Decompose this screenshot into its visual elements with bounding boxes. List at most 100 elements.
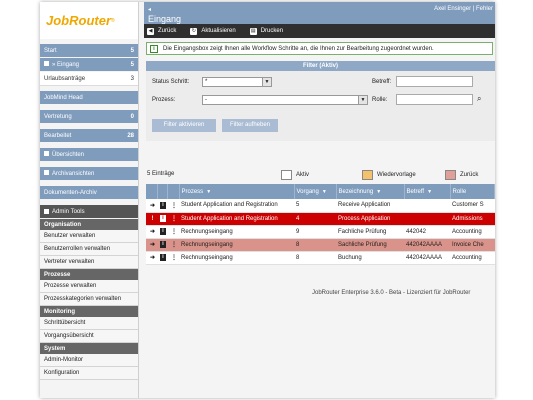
cell-bezeichnung: Fachliche Prüfung xyxy=(336,225,404,239)
sidebar-item-uebersichten[interactable]: Übersichten xyxy=(40,148,138,162)
section-title: Prozesse xyxy=(40,269,138,280)
sidebar-item-jobmind[interactable]: JobMind Head xyxy=(40,91,138,105)
column-header-bezeichnung[interactable]: Bezeichnung ▼ xyxy=(336,184,405,199)
refresh-button[interactable]: ↻ Aktualisieren xyxy=(190,27,236,35)
sidebar-item-vertretung[interactable]: Vertretung 0 xyxy=(40,110,138,124)
sidebar: JobRouter ® Start 5 » Eingang 5 Urlaubsan… xyxy=(40,2,139,398)
info-icon[interactable]: i xyxy=(157,199,167,213)
chevron-down-icon: ▼ xyxy=(358,96,367,104)
expand-icon[interactable] xyxy=(44,151,49,156)
prozess-value: - xyxy=(205,97,207,103)
filter-clear-button[interactable]: Filter aufheben xyxy=(222,119,278,132)
back-icon: ◀ xyxy=(147,27,154,35)
menu-item-benutzer-verwalten[interactable]: Benutzer verwalten xyxy=(40,230,138,243)
entry-count: 5 Einträge xyxy=(147,171,175,177)
legend-swatch xyxy=(362,170,373,180)
legend-label: Zurück xyxy=(460,172,479,178)
cell-vorgang: 5 xyxy=(294,199,336,213)
sidebar-item-label: Vertretung xyxy=(44,113,72,120)
cell-betreff: 442042AAAA xyxy=(404,238,450,252)
chevron-down-icon: ▼ xyxy=(262,78,271,86)
collapse-icon[interactable] xyxy=(44,61,49,66)
table-row[interactable]: ! i ⋮ Student Application and Registrati… xyxy=(146,212,495,226)
filter-activate-button[interactable]: Filter aktivieren xyxy=(152,119,216,132)
print-button[interactable]: ▤ Drucken xyxy=(249,27,283,35)
menu-item-prozesse-verwalten[interactable]: Prozesse verwalten xyxy=(40,280,138,293)
arrow-right-icon: ➜ xyxy=(146,238,157,252)
cell-bezeichnung: Receive Application xyxy=(336,199,404,213)
app-window: JobRouter ® Start 5 » Eingang 5 Urlaubsan… xyxy=(40,2,495,398)
tree-icon[interactable]: ⋮ xyxy=(167,251,179,265)
menu-item-prozesskategorien-verwalten[interactable]: Prozesskategorien verwalten xyxy=(40,293,138,306)
table-row[interactable]: ➜ i ⋮ Rechnungseingang 9 Fachliche Prüfu… xyxy=(146,225,495,239)
page-title: Eingang xyxy=(148,14,182,24)
menu-item-benutzerrollen-verwalten[interactable]: Benutzerrollen verwalten xyxy=(40,243,138,256)
logo[interactable]: JobRouter ® xyxy=(40,2,138,39)
collapse-icon[interactable] xyxy=(44,209,49,214)
cell-rolle: Admissions xyxy=(450,212,495,226)
sidebar-item-count: 5 xyxy=(130,47,134,54)
expand-icon[interactable] xyxy=(44,170,49,175)
prozess-select[interactable]: - ▼ xyxy=(202,95,368,105)
filter-panel: Filter (Aktiv) Status Schritt: * ▼ Betre… xyxy=(146,61,495,141)
rolle-label: Rolle: xyxy=(372,97,388,103)
menu-item-konfiguration[interactable]: Konfiguration xyxy=(40,367,138,380)
rolle-input[interactable] xyxy=(396,94,473,105)
betreff-input[interactable] xyxy=(396,76,473,87)
sidebar-item-label: Übersichten xyxy=(52,152,85,158)
column-header-prozess[interactable]: Prozess ▼ xyxy=(179,184,295,199)
section-title: Monitoring xyxy=(40,306,138,317)
column-header-betreff[interactable]: Betreff ▼ xyxy=(404,184,451,199)
column-header-vorgang[interactable]: Vorgang ▼ xyxy=(294,184,337,199)
cell-betreff: 442042 xyxy=(404,225,450,239)
header-flag xyxy=(146,184,158,199)
info-icon[interactable]: i xyxy=(157,212,167,226)
sidebar-item-label: » Eingang xyxy=(52,62,80,68)
menu-item-vorgangsuebersicht[interactable]: Vorgangsübersicht xyxy=(40,330,138,343)
cell-bezeichnung: Buchung xyxy=(336,251,404,265)
print-icon: ▤ xyxy=(249,27,257,35)
table-row[interactable]: ➜ i ⋮ Rechnungseingang 8 Sachliche Prüfu… xyxy=(146,238,495,252)
legend-item-wiedervorlage: Wiedervorlage xyxy=(362,170,416,180)
info-message: i Die Eingangsbox zeigt Ihnen alle Workf… xyxy=(146,42,493,55)
table-header-row: Prozess ▼ Vorgang ▼ Bezeichnung ▼ Betreff ▼ … xyxy=(146,184,495,199)
sidebar-item-eingang[interactable]: » Eingang 5 xyxy=(40,58,138,72)
collapse-sidebar-icon[interactable]: ◂ xyxy=(148,6,151,13)
sidebar-item-admin-tools[interactable]: Admin Tools xyxy=(40,205,138,219)
table-row[interactable]: ➜ i ⋮ Rechnungseingang 8 Buchung 442042A… xyxy=(146,251,495,265)
info-icon[interactable]: i xyxy=(157,251,167,265)
table-row[interactable]: ➜ i ⋮ Student Application and Registrati… xyxy=(146,199,495,213)
sidebar-item-bearbeitet[interactable]: Bearbeitet 28 xyxy=(40,129,138,143)
sidebar-item-label: Archivansichten xyxy=(52,171,95,177)
sidebar-item-archivansichten[interactable]: Archivansichten xyxy=(40,167,138,181)
search-icon[interactable]: ⌕ xyxy=(477,94,481,104)
tree-icon[interactable]: ⋮ xyxy=(167,212,179,226)
refresh-label: Aktualisieren xyxy=(201,28,236,34)
status-select[interactable]: * ▼ xyxy=(202,77,272,87)
menu-item-schrittuebersicht[interactable]: Schrittübersicht xyxy=(40,317,138,330)
header-bar: ◂ Axel Ensinger | Fehler Eingang xyxy=(144,2,495,24)
section-title: Organisation xyxy=(40,219,138,230)
back-button[interactable]: ◀ Zurück xyxy=(147,27,176,35)
menu-item-admin-monitor[interactable]: Admin-Monitor xyxy=(40,354,138,367)
tree-icon[interactable]: ⋮ xyxy=(167,225,179,239)
sidebar-item-urlaubsantraege[interactable]: Urlaubsanträge 3 xyxy=(40,72,138,86)
sidebar-item-label: Dokumenten-Archiv xyxy=(44,189,97,196)
status-value: * xyxy=(205,79,208,85)
sidebar-item-dokumenten-archiv[interactable]: Dokumenten-Archiv xyxy=(40,186,138,200)
column-header-rolle[interactable]: Rolle xyxy=(450,184,495,199)
info-icon[interactable]: i xyxy=(157,238,167,252)
footer-text: JobRouter Enterprise 3.6.0 - Beta - Lize… xyxy=(312,290,471,296)
tree-icon[interactable]: ⋮ xyxy=(167,238,179,252)
tree-icon[interactable]: ⋮ xyxy=(167,199,179,213)
sidebar-item-count: 0 xyxy=(130,113,134,120)
refresh-icon: ↻ xyxy=(190,27,198,35)
inbox-table: Prozess ▼ Vorgang ▼ Bezeichnung ▼ Betreff ▼ … xyxy=(146,184,495,265)
menu-item-vertreter-verwalten[interactable]: Vertreter verwalten xyxy=(40,256,138,269)
info-icon[interactable]: i xyxy=(157,225,167,239)
sidebar-item-start[interactable]: Start 5 xyxy=(40,44,138,58)
filter-header[interactable]: Filter (Aktiv) xyxy=(146,61,495,71)
sidebar-item-label: Start xyxy=(44,47,57,54)
user-info[interactable]: Axel Ensinger | Fehler xyxy=(434,6,493,12)
legend-swatch xyxy=(281,170,292,180)
